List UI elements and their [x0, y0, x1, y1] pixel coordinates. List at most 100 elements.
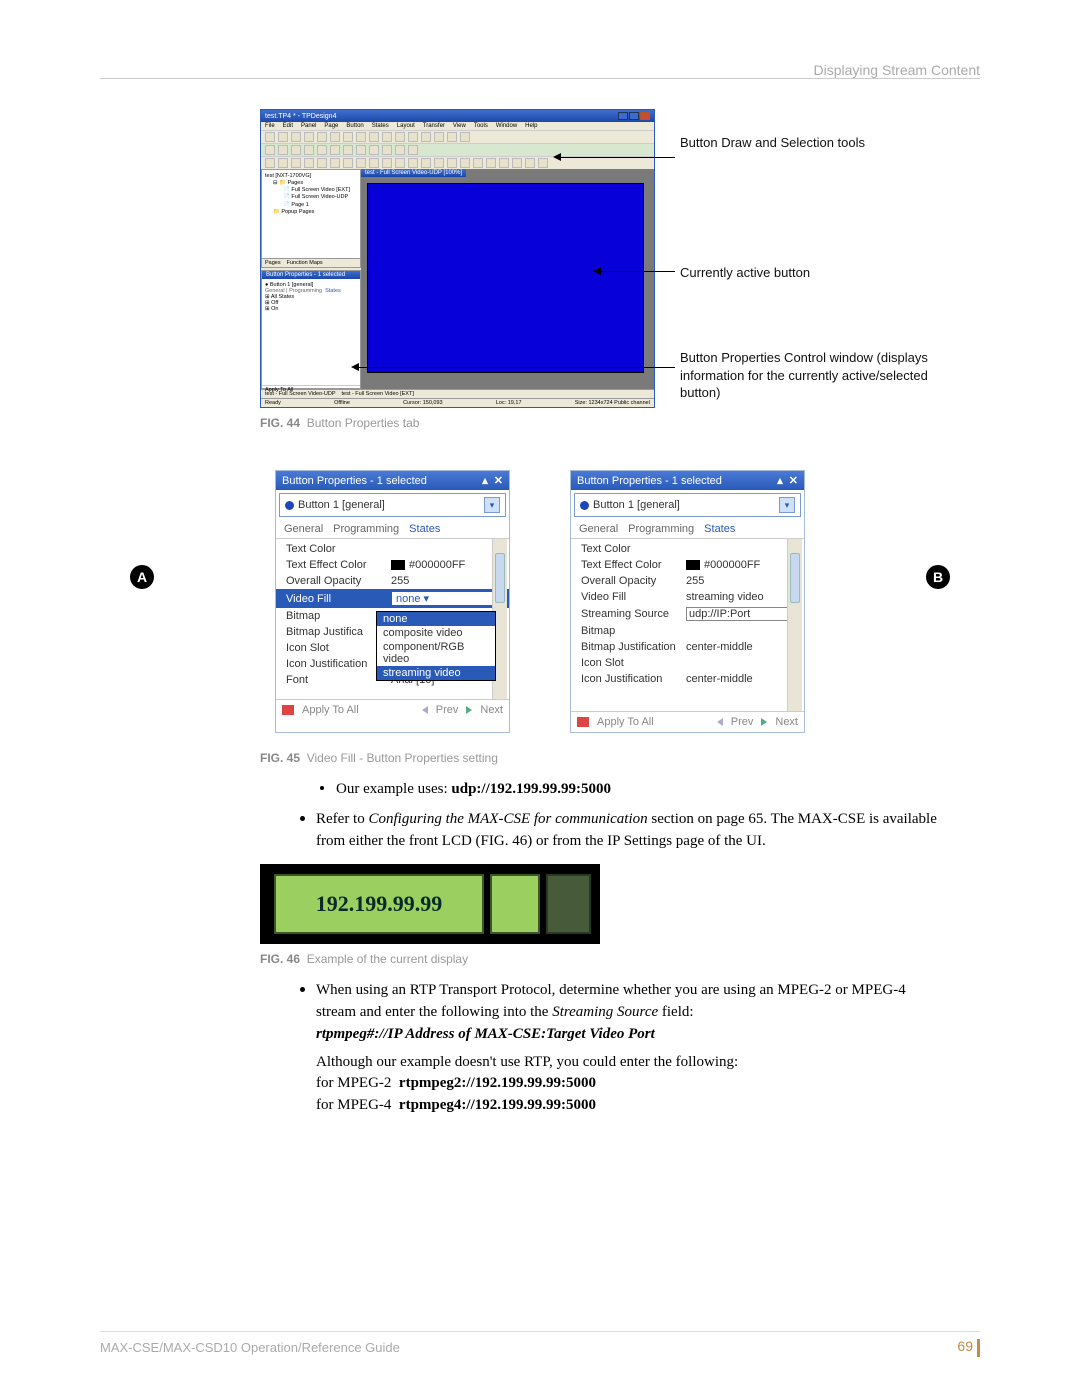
- button-selector[interactable]: Button 1 [general] ▾: [574, 493, 801, 517]
- menu-item[interactable]: Help: [525, 123, 537, 129]
- next-icon[interactable]: [466, 706, 472, 714]
- toolbar-icon[interactable]: [356, 158, 366, 168]
- dropdown-option[interactable]: streaming video: [377, 666, 495, 680]
- toolbar-row-2[interactable]: [261, 143, 654, 156]
- toolbar-icon[interactable]: [278, 158, 288, 168]
- panel-tabs[interactable]: General Programming States: [571, 520, 804, 539]
- collapse-icon[interactable]: ▴: [482, 474, 488, 487]
- toolbar-icon[interactable]: [330, 145, 340, 155]
- props-state[interactable]: On: [271, 306, 278, 312]
- toolbar-icon[interactable]: [343, 145, 353, 155]
- menu-item[interactable]: Window: [496, 123, 517, 129]
- tree-popup[interactable]: Popup Pages: [281, 209, 314, 215]
- toolbar-icon[interactable]: [369, 132, 379, 142]
- toolbar-icon[interactable]: [512, 158, 522, 168]
- next-button[interactable]: Next: [775, 716, 798, 728]
- toolbar-icon[interactable]: [421, 158, 431, 168]
- chevron-down-icon[interactable]: ▾: [484, 497, 500, 513]
- toolbar-icon[interactable]: [265, 132, 275, 142]
- menu-item[interactable]: Layout: [397, 123, 415, 129]
- toolbar-icon[interactable]: [291, 158, 301, 168]
- toolbar-icon[interactable]: [395, 145, 405, 155]
- collapse-icon[interactable]: ▴: [777, 474, 783, 487]
- prev-icon[interactable]: [422, 706, 428, 714]
- scroll-thumb[interactable]: [790, 553, 800, 603]
- scrollbar[interactable]: [787, 539, 802, 711]
- dropdown-option[interactable]: component/RGB video: [377, 640, 495, 666]
- menu-item[interactable]: Button: [346, 123, 363, 129]
- tree-tab[interactable]: Function Maps: [287, 260, 323, 266]
- button-selector[interactable]: Button 1 [general] ▾: [279, 493, 506, 517]
- toolbar-icon[interactable]: [382, 132, 392, 142]
- toolbar-icon[interactable]: [447, 132, 457, 142]
- prev-icon[interactable]: [717, 718, 723, 726]
- toolbar-icon[interactable]: [382, 158, 392, 168]
- tab-states[interactable]: States: [409, 523, 440, 535]
- toolbar-icon[interactable]: [330, 132, 340, 142]
- toolbar-icon[interactable]: [408, 132, 418, 142]
- toolbar-icon[interactable]: [356, 132, 366, 142]
- toolbar-icon[interactable]: [317, 158, 327, 168]
- toolbar-icon[interactable]: [525, 158, 535, 168]
- prev-button[interactable]: Prev: [436, 704, 459, 716]
- active-button-area[interactable]: [367, 183, 644, 373]
- workspace-tree[interactable]: test [NXT-1700VG] ⊟ 📁 Pages 📄 Full Scree…: [261, 169, 361, 259]
- prev-button[interactable]: Prev: [731, 716, 754, 728]
- minimize-icon[interactable]: [618, 112, 628, 120]
- video-fill-dropdown[interactable]: none composite video component/RGB video…: [376, 611, 496, 681]
- apply-to-all[interactable]: Apply To All: [597, 716, 654, 728]
- apply-to-all[interactable]: Apply To All: [262, 385, 360, 394]
- tree-item[interactable]: Full Screen Video [EXT]: [291, 187, 350, 193]
- menu-item[interactable]: Panel: [301, 123, 316, 129]
- tab-general[interactable]: General: [284, 523, 323, 535]
- toolbar-icon[interactable]: [278, 132, 288, 142]
- tree-item[interactable]: Full Screen Video-UDP: [291, 194, 348, 200]
- tree-pages[interactable]: Pages: [288, 180, 304, 186]
- toolbar-icon[interactable]: [265, 145, 275, 155]
- toolbar-icon[interactable]: [460, 158, 470, 168]
- toolbar-icon[interactable]: [421, 132, 431, 142]
- close-icon[interactable]: [640, 112, 650, 120]
- menu-bar[interactable]: File Edit Panel Page Button States Layou…: [261, 122, 654, 130]
- toolbar-icon[interactable]: [317, 132, 327, 142]
- tree-item[interactable]: Page 1: [291, 202, 308, 208]
- design-canvas[interactable]: test - Full Screen Video-UDP [100%]: [361, 169, 654, 389]
- toolbar-icon[interactable]: [447, 158, 457, 168]
- toolbar-icon[interactable]: [460, 132, 470, 142]
- tab-general[interactable]: General: [579, 523, 618, 535]
- close-icon[interactable]: ✕: [789, 474, 798, 487]
- menu-item[interactable]: View: [453, 123, 466, 129]
- toolbar-icon[interactable]: [304, 145, 314, 155]
- tree-tab[interactable]: Pages: [265, 260, 281, 266]
- toolbar-icon[interactable]: [473, 158, 483, 168]
- next-button[interactable]: Next: [480, 704, 503, 716]
- toolbar-icon[interactable]: [304, 158, 314, 168]
- tree-tabs[interactable]: Pages Function Maps: [261, 259, 361, 268]
- toolbar-icon[interactable]: [369, 158, 379, 168]
- canvas-tab[interactable]: test - Full Screen Video-UDP [100%]: [361, 169, 466, 177]
- video-fill-select[interactable]: none ▾: [391, 591, 499, 606]
- menu-item[interactable]: Page: [324, 123, 338, 129]
- menu-item[interactable]: Edit: [283, 123, 293, 129]
- toolbar-icon[interactable]: [343, 132, 353, 142]
- panel-tabs[interactable]: General Programming States: [276, 520, 509, 539]
- tab-programming[interactable]: Programming: [628, 523, 694, 535]
- dropdown-option[interactable]: none: [377, 612, 495, 626]
- menu-item[interactable]: Transfer: [423, 123, 445, 129]
- video-fill-row[interactable]: Video Fillnone ▾: [276, 589, 509, 608]
- toolbar-icon[interactable]: [330, 158, 340, 168]
- dropdown-option[interactable]: composite video: [377, 626, 495, 640]
- tab-states[interactable]: States: [704, 523, 735, 535]
- toolbar-icon[interactable]: [304, 132, 314, 142]
- toolbar-icon[interactable]: [382, 145, 392, 155]
- toolbar-icon[interactable]: [395, 158, 405, 168]
- toolbar-row-1[interactable]: [261, 130, 654, 143]
- toolbar-icon[interactable]: [291, 145, 301, 155]
- toolbar-icon[interactable]: [278, 145, 288, 155]
- toolbar-icon[interactable]: [408, 145, 418, 155]
- toolbar-icon[interactable]: [538, 158, 548, 168]
- scroll-thumb[interactable]: [495, 553, 505, 603]
- toolbar-icon[interactable]: [356, 145, 366, 155]
- toolbar-icon[interactable]: [265, 158, 275, 168]
- chevron-down-icon[interactable]: ▾: [779, 497, 795, 513]
